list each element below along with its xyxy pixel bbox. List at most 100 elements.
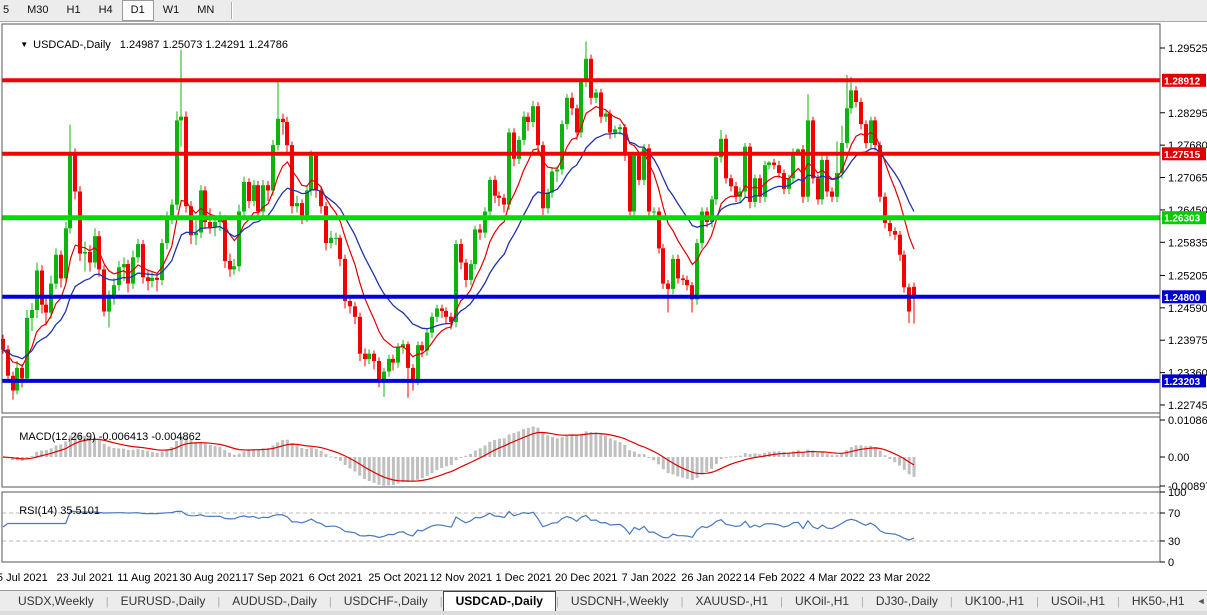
candle-body bbox=[724, 139, 728, 179]
macd-histogram-bar bbox=[710, 457, 713, 469]
tab-xauusd-h1[interactable]: XAUUSD-,H1 bbox=[683, 592, 780, 611]
chart-window[interactable]: 1.295251.282951.276801.270651.264501.258… bbox=[0, 22, 1207, 590]
date-label: 11 Aug 2021 bbox=[117, 572, 178, 584]
candle-body bbox=[555, 169, 559, 171]
timeframe-button-w1[interactable]: W1 bbox=[154, 0, 189, 21]
candle-body bbox=[729, 178, 733, 186]
tab-eurusd-daily[interactable]: EURUSD-,Daily bbox=[109, 592, 218, 611]
macd-histogram-bar bbox=[291, 443, 294, 457]
macd-histogram-bar bbox=[696, 457, 699, 478]
candle-body bbox=[266, 185, 270, 190]
candle-body bbox=[25, 318, 29, 379]
tab-usdchf-daily[interactable]: USDCHF-,Daily bbox=[332, 592, 440, 611]
timeframe-button-h1[interactable]: H1 bbox=[58, 0, 90, 21]
candle-wick bbox=[283, 114, 284, 135]
candle-body bbox=[873, 120, 877, 145]
candle-body bbox=[252, 185, 256, 201]
macd-histogram-bar bbox=[358, 457, 361, 476]
timeframe-button-5[interactable]: 5 bbox=[0, 0, 18, 21]
macd-histogram-bar bbox=[806, 450, 809, 457]
tab-usdcad-daily[interactable]: USDCAD-,Daily bbox=[443, 591, 556, 611]
tab-hk50-h1[interactable]: HK50-,H1 bbox=[1120, 592, 1197, 611]
candle-body bbox=[78, 192, 82, 254]
candle-body bbox=[348, 301, 352, 306]
timeframe-button-d1[interactable]: D1 bbox=[122, 0, 154, 21]
candle-body bbox=[869, 120, 873, 143]
tab-scroll-left-icon[interactable]: ◄ bbox=[1197, 596, 1206, 606]
chevron-down-icon[interactable]: ▼ bbox=[20, 40, 28, 49]
candle-body bbox=[464, 263, 468, 280]
candle-body bbox=[902, 255, 906, 288]
macd-histogram-bar bbox=[223, 450, 226, 457]
candle-body bbox=[122, 264, 126, 267]
macd-histogram-bar bbox=[556, 438, 559, 457]
candle-body bbox=[35, 271, 39, 311]
macd-histogram-bar bbox=[431, 457, 434, 473]
candle-body bbox=[767, 163, 771, 166]
candle-body bbox=[343, 259, 347, 301]
tab-ukoil-h1[interactable]: UKOil-,H1 bbox=[783, 592, 861, 611]
timeframe-button-mn[interactable]: MN bbox=[188, 0, 223, 21]
tab-audusd-daily[interactable]: AUDUSD-,Daily bbox=[220, 592, 329, 611]
candle-body bbox=[632, 156, 636, 212]
chart-canvas[interactable]: 1.295251.282951.276801.270651.264501.258… bbox=[0, 22, 1207, 590]
candle-body bbox=[30, 310, 34, 318]
macd-histogram-bar bbox=[455, 457, 458, 460]
macd-histogram-bar bbox=[729, 456, 732, 457]
tab-uk100-h1[interactable]: UK100-,H1 bbox=[953, 592, 1036, 611]
macd-histogram-bar bbox=[879, 451, 882, 457]
candle-wick bbox=[157, 273, 158, 291]
macd-histogram-bar bbox=[257, 449, 260, 457]
macd-histogram-bar bbox=[609, 438, 612, 457]
candle-body bbox=[242, 182, 246, 212]
timeframe-button-h4[interactable]: H4 bbox=[90, 0, 122, 21]
candle-body bbox=[179, 117, 183, 121]
candle-wick bbox=[268, 181, 269, 201]
macd-histogram-bar bbox=[546, 435, 549, 457]
candle-body bbox=[363, 354, 367, 359]
candle-body bbox=[859, 102, 863, 124]
macd-histogram-bar bbox=[821, 452, 824, 457]
price-level-badge-label: 1.24800 bbox=[1164, 293, 1201, 304]
macd-histogram-bar bbox=[725, 457, 728, 458]
macd-histogram-bar bbox=[888, 457, 891, 459]
candle-body bbox=[170, 205, 174, 217]
tab-dj30-daily[interactable]: DJ30-,Daily bbox=[864, 592, 950, 611]
candle-body bbox=[820, 160, 824, 200]
macd-histogram-bar bbox=[797, 450, 800, 457]
macd-values: -0.006413 -0.004862 bbox=[99, 431, 201, 443]
candle-wick bbox=[210, 208, 211, 233]
macd-histogram-bar bbox=[315, 449, 318, 457]
tab-usdcnh-weekly[interactable]: USDCNH-,Weekly bbox=[559, 592, 681, 611]
macd-histogram-bar bbox=[619, 442, 622, 457]
candle-body bbox=[497, 196, 501, 198]
candle-body bbox=[907, 287, 911, 311]
candle-body bbox=[550, 172, 554, 193]
tab-usdx-weekly[interactable]: USDX,Weekly bbox=[6, 592, 106, 611]
macd-tick-label: 0.00 bbox=[1168, 452, 1189, 464]
tab-usoil-h1[interactable]: USOil-,H1 bbox=[1039, 592, 1117, 611]
macd-histogram-bar bbox=[402, 457, 405, 482]
macd-histogram-bar bbox=[204, 443, 207, 457]
price-tick-label: 1.22745 bbox=[1168, 400, 1207, 412]
macd-histogram-bar bbox=[527, 428, 530, 457]
macd-histogram-bar bbox=[633, 452, 636, 458]
candle-body bbox=[849, 90, 853, 108]
macd-histogram-bar bbox=[310, 448, 313, 457]
candle-body bbox=[44, 305, 48, 313]
candle-body bbox=[666, 284, 670, 289]
timeframe-button-m30[interactable]: M30 bbox=[18, 0, 57, 21]
macd-histogram-bar bbox=[214, 446, 217, 457]
timeframe-toolbar: 5M30H1H4D1W1MN bbox=[0, 0, 1207, 22]
candle-body bbox=[816, 178, 820, 199]
candle-body bbox=[796, 149, 800, 152]
macd-histogram-bar bbox=[532, 427, 535, 458]
macd-histogram-bar bbox=[238, 454, 241, 457]
candle-body bbox=[753, 178, 757, 202]
price-level-badge-label: 1.23203 bbox=[1164, 377, 1201, 388]
candle-body bbox=[772, 163, 776, 166]
macd-histogram-bar bbox=[435, 457, 438, 470]
candle-body bbox=[329, 238, 333, 243]
macd-histogram-bar bbox=[493, 440, 496, 457]
candle-body bbox=[536, 106, 540, 145]
